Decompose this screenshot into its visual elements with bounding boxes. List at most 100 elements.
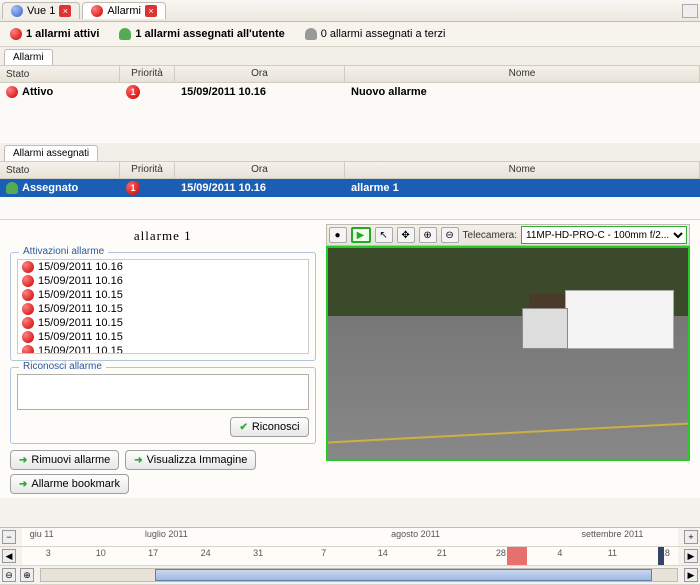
- subtab-assigned[interactable]: Allarmi assegnati: [4, 145, 98, 161]
- now-marker: [658, 547, 664, 565]
- alarm-icon: [91, 5, 103, 17]
- activations-list[interactable]: 15/09/2011 10.16 15/09/2011 10.16 15/09/…: [17, 259, 309, 354]
- zoom-out-icon[interactable]: −: [2, 530, 16, 544]
- camera-select[interactable]: 11MP-HD-PRO-C - 100mm f/2...: [521, 226, 687, 244]
- view-image-button[interactable]: Visualizza Immagine: [125, 450, 256, 470]
- table-row[interactable]: Assegnato 1 15/09/2011 10.16 allarme 1: [0, 179, 700, 197]
- list-item[interactable]: 15/09/2011 10.16: [18, 274, 308, 288]
- tab-alarms[interactable]: Allarmi ×: [82, 2, 166, 19]
- tab-view1[interactable]: Vue 1 ×: [2, 2, 80, 19]
- month-label: giu 11: [30, 529, 54, 539]
- acknowledge-input[interactable]: [17, 374, 309, 410]
- month-label: luglio 2011: [145, 529, 188, 539]
- scroll-end-icon[interactable]: ▶: [684, 549, 698, 563]
- pointer-icon[interactable]: ↖: [375, 227, 393, 243]
- grid-body: Assegnato 1 15/09/2011 10.16 allarme 1: [0, 179, 700, 219]
- restore-window-icon[interactable]: [682, 4, 698, 18]
- col-name[interactable]: Nome: [345, 162, 700, 178]
- acknowledge-button[interactable]: Riconosci: [230, 417, 308, 437]
- timeline-months-ruler[interactable]: giu 11 luglio 2011 agosto 2011 settembre…: [22, 528, 678, 546]
- cell-name: allarme 1: [345, 181, 700, 195]
- col-time[interactable]: Ora: [175, 66, 345, 82]
- zoom-out-icon[interactable]: ⊖: [2, 568, 16, 582]
- day-label: 24: [201, 548, 211, 558]
- alarm-icon: [22, 275, 34, 287]
- grid-body: Attivo 1 15/09/2011 10.16 Nuovo allarme: [0, 83, 700, 143]
- video-frame[interactable]: [326, 246, 690, 461]
- detail-left: allarme 1 Attivazioni allarme 15/09/2011…: [10, 224, 316, 494]
- subtab-bar-assigned: Allarmi assegnati: [0, 143, 700, 161]
- timeline-panel: − giu 11 luglio 2011 agosto 2011 settemb…: [0, 527, 700, 585]
- scrollbar-thumb[interactable]: [155, 569, 651, 581]
- window-tab-bar: Vue 1 × Allarmi ×: [0, 0, 700, 22]
- alarm-icon: [22, 303, 34, 315]
- table-row[interactable]: Attivo 1 15/09/2011 10.16 Nuovo allarme: [0, 83, 700, 101]
- tab-label: Vue 1: [27, 5, 55, 17]
- day-label: 3: [46, 548, 51, 558]
- alarm-marker: [507, 547, 527, 565]
- month-label: agosto 2011: [391, 529, 440, 539]
- timeline-scrollbar[interactable]: [40, 568, 678, 582]
- col-name[interactable]: Nome: [345, 66, 700, 82]
- counter-label: 1 allarmi assegnati all'utente: [135, 28, 284, 40]
- video-toolbar: ● ▶ ↖ ✥ ⊕ ⊖ Telecamera: 11MP-HD-PRO-C - …: [326, 224, 690, 246]
- col-priority[interactable]: Priorità: [120, 66, 175, 82]
- day-label: 7: [321, 548, 326, 558]
- counter-label: 1 allarmi attivi: [26, 28, 99, 40]
- zoom-in-icon[interactable]: ⊕: [20, 568, 34, 582]
- activations-fieldset: Attivazioni allarme 15/09/2011 10.16 15/…: [10, 252, 316, 361]
- timeline-days-row: ◀ 3 10 17 24 31 7 14 21 28 4 11 18 ▶: [0, 547, 700, 566]
- alarm-icon: [10, 28, 22, 40]
- alarm-icon: [22, 289, 34, 301]
- close-icon[interactable]: ×: [145, 5, 157, 17]
- col-status[interactable]: Stato: [0, 162, 120, 178]
- camera-label: Telecamera:: [463, 230, 517, 241]
- subtab-alarms[interactable]: Allarmi: [4, 49, 53, 65]
- video-panel: ● ▶ ↖ ✥ ⊕ ⊖ Telecamera: 11MP-HD-PRO-C - …: [326, 224, 690, 494]
- active-alarms-counter: 1 allarmi attivi: [10, 28, 99, 40]
- record-icon[interactable]: ●: [329, 227, 347, 243]
- list-item[interactable]: 15/09/2011 10.15: [18, 344, 308, 354]
- zoom-in-icon[interactable]: +: [684, 530, 698, 544]
- alarm-icon: [22, 345, 34, 354]
- fieldset-label: Attivazioni allarme: [19, 246, 108, 257]
- zoom-out-icon[interactable]: ⊖: [441, 227, 459, 243]
- ptz-icon[interactable]: ✥: [397, 227, 415, 243]
- col-priority[interactable]: Priorità: [120, 162, 175, 178]
- tab-label: Allarmi: [107, 5, 141, 17]
- col-time[interactable]: Ora: [175, 162, 345, 178]
- day-label: 10: [96, 548, 106, 558]
- remove-alarm-button[interactable]: Rimuovi allarme: [10, 450, 119, 470]
- grid-header: Stato Priorità Ora Nome: [0, 65, 700, 83]
- cell-time: 15/09/2011 10.16: [175, 181, 345, 195]
- fieldset-label: Riconosci allarme: [19, 361, 106, 372]
- zoom-in-icon[interactable]: ⊕: [419, 227, 437, 243]
- list-item[interactable]: 15/09/2011 10.16: [18, 260, 308, 274]
- alarm-icon: [22, 261, 34, 273]
- assigned-user-counter: 1 allarmi assegnati all'utente: [119, 28, 284, 40]
- day-label: 21: [437, 548, 447, 558]
- list-item[interactable]: 15/09/2011 10.15: [18, 330, 308, 344]
- assigned-other-counter: 0 allarmi assegnati a terzi: [305, 28, 446, 40]
- month-label: settembre 2011: [581, 529, 643, 539]
- scene-truck: [522, 290, 673, 349]
- bookmark-alarm-button[interactable]: Allarme bookmark: [10, 474, 129, 494]
- timeline-days-ruler[interactable]: 3 10 17 24 31 7 14 21 28 4 11 18: [22, 547, 678, 565]
- alarm-detail-panel: allarme 1 Attivazioni allarme 15/09/2011…: [0, 219, 700, 498]
- user-icon: [119, 28, 131, 40]
- close-icon[interactable]: ×: [59, 5, 71, 17]
- timeline-months-row: − giu 11 luglio 2011 agosto 2011 settemb…: [0, 528, 700, 547]
- col-status[interactable]: Stato: [0, 66, 120, 82]
- users-icon: [305, 28, 317, 40]
- view-icon: [11, 5, 23, 17]
- play-icon[interactable]: ▶: [351, 227, 371, 243]
- day-label: 14: [378, 548, 388, 558]
- list-item[interactable]: 15/09/2011 10.15: [18, 316, 308, 330]
- scroll-start-icon[interactable]: ◀: [2, 549, 16, 563]
- cell-name: Nuovo allarme: [351, 86, 427, 98]
- timeline-scroll-row: ⊖ ⊕ ▶: [0, 566, 700, 585]
- scroll-right-icon[interactable]: ▶: [684, 568, 698, 582]
- list-item[interactable]: 15/09/2011 10.15: [18, 302, 308, 316]
- day-label: 4: [557, 548, 562, 558]
- list-item[interactable]: 15/09/2011 10.15: [18, 288, 308, 302]
